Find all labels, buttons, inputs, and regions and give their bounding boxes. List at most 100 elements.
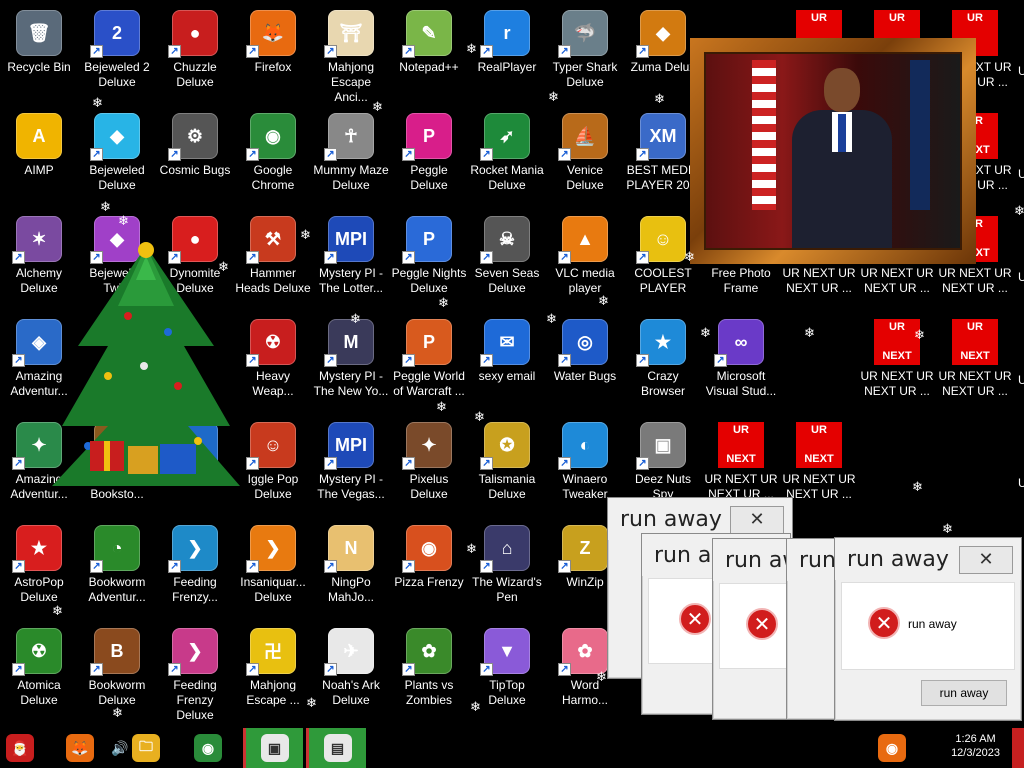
desktop-icon[interactable]: ✎ ↗ Notepad++ [390,4,468,104]
app-icon: ⛵ ↗ [558,113,608,161]
snowflake-icon: ❄ [372,99,383,114]
shortcut-arrow-icon: ↗ [324,251,337,264]
app-icon: ☠ ↗ [480,216,530,264]
desktop-icon-label: Peggle Nights Deluxe [391,266,467,295]
taskbar-firefox-icon[interactable]: 🦊 [66,732,94,764]
snowflake-icon: ❄ [684,249,695,264]
run-away-button[interactable]: run away [921,680,1007,706]
shortcut-arrow-icon: ↗ [558,457,571,470]
app-icon: ★ ↗ [636,319,686,367]
app-icon: r ↗ [480,10,530,58]
desktop-icon-label: Bookworm Deluxe [88,678,146,707]
desktop-icon[interactable]: 🦊 ↗ Firefox [234,4,312,104]
desktop-icon[interactable]: ❯ ↗ Insaniquar... Deluxe [234,519,312,619]
desktop-icon[interactable]: P ↗ Peggle Deluxe [390,107,468,207]
desktop-icon[interactable]: 2 ↗ Bejeweled 2 Deluxe [78,4,156,104]
taskbar-file-explorer-icon[interactable]: 🗀 [132,732,160,764]
ur-next-icon[interactable]: URNEXT UR NEXT UR NEXT UR ... [936,313,1014,413]
desktop-icon[interactable]: ◔ ↗ Bookworm Adventur... [78,519,156,619]
desktop-icon[interactable]: ⌂ ↗ The Wizard's Pen [468,519,546,619]
desktop-icon[interactable]: ✦ ↗ Pixelus Deluxe [390,416,468,516]
snowflake-icon: ❄ [466,541,477,556]
desktop-icon[interactable]: ❯ ↗ Feeding Frenzy Deluxe [156,622,234,722]
desktop-icon-label: Feeding Frenzy... [172,575,218,604]
desktop-icon[interactable]: ✈ ↗ Noah's Ark Deluxe [312,622,390,722]
desktop-icon[interactable]: ❯ ↗ Feeding Frenzy... [156,519,234,619]
shortcut-arrow-icon: ↗ [402,45,415,58]
desktop-icon[interactable]: ◉ ↗ Google Chrome [234,107,312,207]
desktop-icon-label: Water Bugs [553,369,617,383]
app-icon: P ↗ [402,216,452,264]
shortcut-arrow-icon: ↗ [12,251,25,264]
desktop-icon[interactable]: 卍 ↗ Mahjong Escape ... [234,622,312,722]
desktop-icon[interactable]: ∞ ↗ Microsoft Visual Stud... [702,313,780,413]
desktop-icon[interactable]: ◎ ↗ Water Bugs [546,313,624,413]
desktop-icon[interactable]: ☢ ↗ Heavy Weap... [234,313,312,413]
desktop-icon-label: AstroPop Deluxe [14,575,64,604]
desktop-icon[interactable]: ◉ ↗ Pizza Frenzy [390,519,468,619]
desktop-icon[interactable]: ★ ↗ AstroPop Deluxe [0,519,78,619]
shortcut-arrow-icon: ↗ [90,560,103,573]
app-icon: MPI ↗ [324,422,374,470]
error-dialog-front[interactable]: run away ✕ ✕ run away run away [834,537,1022,721]
app-icon: ▲ ↗ [558,216,608,264]
desktop-icon[interactable]: P ↗ Peggle World of Warcraft ... [390,313,468,413]
app-icon: 卍 ↗ [246,628,296,676]
desktop-icon[interactable]: M ↗ Mystery PI - The New Yo... [312,313,390,413]
desktop-icon[interactable]: ☢ ↗ Atomica Deluxe [0,622,78,722]
desktop-icon[interactable]: ✉ ↗ sexy email [468,313,546,413]
ur-red-icon: URNEXT [952,319,998,365]
shortcut-arrow-icon: ↗ [480,354,493,367]
desktop-icon[interactable]: ☺ ↗ Iggle Pop Deluxe [234,416,312,516]
taskbar-chrome-icon[interactable]: ◉ [194,732,222,764]
shortcut-arrow-icon: ↗ [558,251,571,264]
dialog-body: ✕ run away [841,582,1015,670]
desktop-icon[interactable]: r ↗ RealPlayer [468,4,546,104]
snowflake-icon: ❄ [942,521,953,536]
desktop-icon-label: NingPo MahJo... [327,575,375,604]
app-icon: P ↗ [402,319,452,367]
clock-time: 1:26 AM [955,733,996,745]
desktop-icon[interactable]: ✿ ↗ Plants vs Zombies [390,622,468,722]
christmas-tree-widget [52,242,240,486]
desktop-icon[interactable]: ✪ ↗ Talismania Deluxe [468,416,546,516]
taskbar-santa-icon[interactable]: 🎅 [6,732,34,764]
desktop-icon[interactable]: ◆ ↗ Bejeweled Deluxe [78,107,156,207]
taskbar-volume-icon[interactable]: 🔊 [106,732,134,764]
app-icon: ◔ ↗ [90,525,140,573]
snowflake-icon: ❄ [474,409,485,424]
desktop-icon[interactable]: MPI ↗ Mystery PI - The Vegas... [312,416,390,516]
app-icon: ✿ ↗ [558,628,608,676]
shortcut-arrow-icon: ↗ [246,663,259,676]
tray-firefox-icon[interactable]: ◉ [878,732,906,764]
taskbar-active-app[interactable]: ▤ [306,728,366,768]
desktop-icon-label: Bookworm Adventur... [88,575,146,604]
system-clock[interactable]: 1:26 AM 12/3/2023 [951,732,1000,760]
desktop-icon-label: Heavy Weap... [252,369,294,398]
desktop-icon[interactable]: MPI ↗ Mystery PI - The Lotter... [312,210,390,310]
taskbar-active-app[interactable]: ▣ [243,728,303,768]
desktop-icon[interactable]: ▲ ↗ VLC media player [546,210,624,310]
desktop-icon[interactable]: P ↗ Peggle Nights Deluxe [390,210,468,310]
desktop-icon[interactable]: ⛵ ↗ Venice Deluxe [546,107,624,207]
show-desktop-button[interactable] [1012,728,1024,768]
desktop-icon[interactable]: ⚙ ↗ Cosmic Bugs [156,107,234,207]
shortcut-arrow-icon: ↗ [714,354,727,367]
desktop-icon[interactable]: N ↗ NingPo MahJo... [312,519,390,619]
photo-frame-widget[interactable] [690,38,976,264]
desktop-icon[interactable]: ● ↗ Chuzzle Deluxe [156,4,234,104]
shortcut-arrow-icon: ↗ [636,354,649,367]
shortcut-arrow-icon: ↗ [558,560,571,573]
app-icon: B↗ [90,628,140,676]
shortcut-arrow-icon: ↗ [324,148,337,161]
close-button[interactable]: ✕ [959,546,1013,574]
desktop-icon[interactable]: A AIMP [0,107,78,207]
desktop-icon[interactable]: ⛩ ↗ Mahjong Escape Anci... [312,4,390,104]
close-button[interactable]: ✕ [730,506,784,534]
desktop-icon[interactable]: ⚒ ↗ Hammer Heads Deluxe [234,210,312,310]
desktop-icon[interactable]: ★ ↗ Crazy Browser [624,313,702,413]
desktop-icon[interactable]: ☠ ↗ Seven Seas Deluxe [468,210,546,310]
desktop-icon[interactable]: ☥ ↗ Mummy Maze Deluxe [312,107,390,207]
desktop-icon[interactable]: 🗑 Recycle Bin [0,4,78,104]
desktop-icon[interactable]: ➶ ↗ Rocket Mania Deluxe [468,107,546,207]
